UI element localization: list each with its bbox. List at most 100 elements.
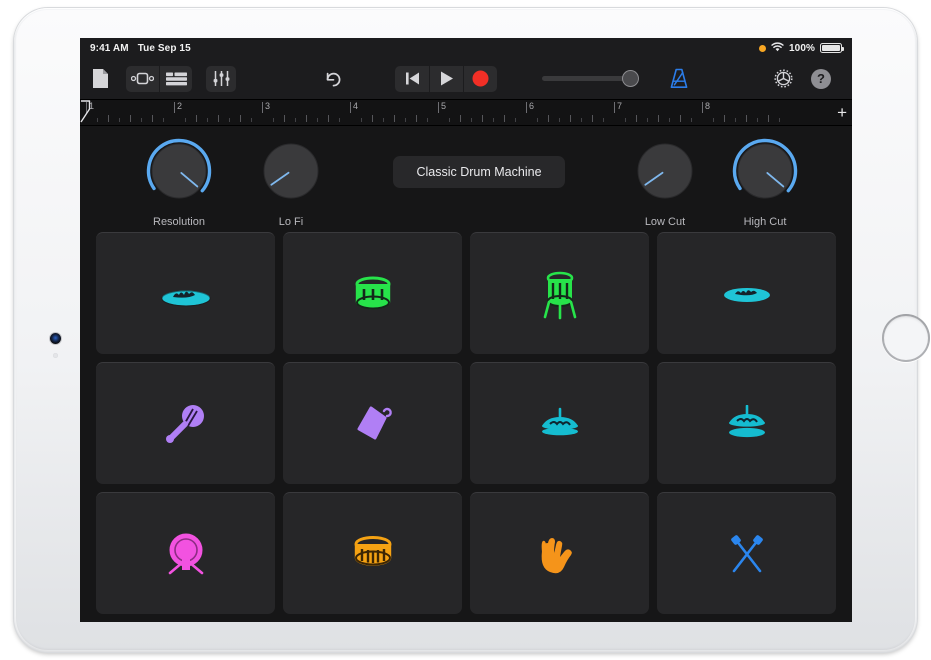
ruler-beat-tick bbox=[592, 115, 593, 122]
instrument-view-icon[interactable] bbox=[126, 66, 159, 92]
ruler-sub-tick bbox=[493, 118, 494, 122]
pad-kick-drum[interactable] bbox=[283, 232, 462, 354]
maraca-icon bbox=[163, 401, 209, 447]
view-segmented-control bbox=[126, 65, 192, 92]
ruler-sub-tick bbox=[449, 118, 450, 122]
pad-floor-tom[interactable] bbox=[470, 232, 649, 354]
status-bar-right: 100% bbox=[759, 41, 844, 55]
pad-hi-hat-open-stand[interactable] bbox=[657, 362, 836, 484]
wifi-icon bbox=[771, 41, 784, 55]
add-track-button[interactable]: + bbox=[837, 104, 847, 121]
preset-name-button[interactable]: Classic Drum Machine bbox=[393, 156, 565, 188]
pad-gong[interactable] bbox=[96, 492, 275, 614]
ruler-bar-label: 3 bbox=[265, 101, 271, 111]
ruler-sub-tick bbox=[141, 118, 142, 122]
ruler-sub-tick bbox=[691, 118, 692, 122]
ruler-bar-label: 6 bbox=[529, 101, 535, 111]
master-volume-knob[interactable] bbox=[623, 71, 638, 86]
playhead-marker[interactable] bbox=[80, 100, 91, 125]
ruler-sub-tick bbox=[515, 118, 516, 122]
help-icon[interactable]: ? bbox=[811, 68, 831, 89]
pad-hi-hat-closed-stand[interactable] bbox=[470, 362, 649, 484]
battery-full-icon bbox=[820, 43, 844, 53]
hi-hat-stand-open-icon bbox=[721, 404, 773, 443]
ruler-beat-tick bbox=[416, 115, 417, 122]
ruler-sub-tick bbox=[625, 118, 626, 122]
pad-cowbell[interactable] bbox=[283, 362, 462, 484]
record-icon[interactable] bbox=[463, 65, 497, 92]
hi-hat-stand-closed-icon bbox=[534, 407, 586, 441]
ruler-beat-tick bbox=[152, 115, 153, 122]
home-button[interactable] bbox=[882, 314, 930, 362]
ruler-bar-label: 7 bbox=[617, 101, 623, 111]
pad-drumsticks[interactable] bbox=[657, 492, 836, 614]
low-cut-knob[interactable]: Low Cut bbox=[628, 138, 702, 228]
low-cut-knob-dial[interactable] bbox=[628, 138, 702, 211]
undo-icon[interactable] bbox=[323, 66, 343, 92]
ruler-sub-tick bbox=[537, 118, 538, 122]
pad-closed-hi-hat[interactable] bbox=[96, 232, 275, 354]
ambient-light-sensor-icon bbox=[53, 353, 58, 358]
ruler-sub-tick bbox=[251, 118, 252, 122]
ruler-beat-tick bbox=[108, 115, 109, 122]
ruler-beat-tick bbox=[724, 115, 725, 122]
ruler-beat-tick bbox=[658, 115, 659, 122]
knob-row: Resolution Lo Fi Low Cut High Cut Classi… bbox=[80, 126, 852, 230]
status-bar: 9:41 AM Tue Sep 15 100% bbox=[80, 38, 852, 58]
ruler-beat-tick bbox=[548, 115, 549, 122]
master-volume-slider[interactable] bbox=[542, 71, 638, 86]
ruler-sub-tick bbox=[383, 118, 384, 122]
ruler-sub-tick bbox=[361, 118, 362, 122]
high-cut-knob-dial[interactable] bbox=[728, 138, 802, 211]
ruler-sub-tick bbox=[713, 118, 714, 122]
pad-maraca[interactable] bbox=[96, 362, 275, 484]
help-label: ? bbox=[817, 71, 825, 86]
ruler-sub-tick bbox=[317, 118, 318, 122]
ruler-beat-tick bbox=[636, 115, 637, 122]
ruler-sub-tick bbox=[471, 118, 472, 122]
ruler-sub-tick bbox=[669, 118, 670, 122]
drum-pad-grid bbox=[96, 232, 836, 614]
pad-hand-clap[interactable] bbox=[470, 492, 649, 614]
tablet-device: 9:41 AM Tue Sep 15 100% ? 1 2 3 4 5 6 7 … bbox=[14, 8, 930, 652]
document-icon[interactable] bbox=[92, 66, 109, 92]
ruler-beat-tick bbox=[394, 115, 395, 122]
snare-drum-icon bbox=[349, 534, 397, 574]
transport-controls bbox=[395, 65, 497, 92]
rewind-icon[interactable] bbox=[395, 66, 429, 92]
lo-fi-knob[interactable]: Lo Fi bbox=[254, 138, 328, 228]
resolution-knob-dial[interactable] bbox=[142, 138, 216, 211]
resolution-knob[interactable]: Resolution bbox=[142, 138, 216, 228]
resolution-knob-label: Resolution bbox=[153, 216, 205, 228]
ruler-sub-tick bbox=[405, 118, 406, 122]
pad-hi-hat-pedal[interactable] bbox=[657, 232, 836, 354]
high-cut-knob[interactable]: High Cut bbox=[728, 138, 802, 228]
ruler-sub-tick bbox=[119, 118, 120, 122]
ruler-sub-tick bbox=[757, 118, 758, 122]
ruler-sub-tick bbox=[603, 118, 604, 122]
tracks-view-icon[interactable] bbox=[159, 65, 192, 92]
ruler-sub-tick bbox=[185, 118, 186, 122]
mixer-faders-icon[interactable] bbox=[206, 65, 236, 92]
metronome-icon[interactable] bbox=[668, 66, 690, 92]
play-icon[interactable] bbox=[429, 65, 463, 92]
ruler-beat-tick bbox=[372, 115, 373, 122]
status-date: Tue Sep 15 bbox=[137, 42, 191, 54]
pad-snare-drum[interactable] bbox=[283, 492, 462, 614]
ruler-beat-tick bbox=[768, 115, 769, 122]
timeline-ruler[interactable]: 12345678 + bbox=[80, 100, 852, 126]
ruler-beat-tick bbox=[284, 115, 285, 122]
main-toolbar: ? bbox=[80, 58, 852, 100]
ruler-beat-tick bbox=[570, 115, 571, 122]
lo-fi-knob-label: Lo Fi bbox=[278, 216, 304, 228]
ruler-sub-tick bbox=[559, 118, 560, 122]
front-camera-icon bbox=[50, 333, 61, 344]
low-cut-knob-label: Low Cut bbox=[644, 216, 686, 228]
ruler-sub-tick bbox=[581, 118, 582, 122]
settings-gear-icon[interactable] bbox=[773, 66, 794, 92]
hi-hat-pedal-icon bbox=[722, 282, 772, 306]
ruler-sub-tick bbox=[339, 118, 340, 122]
lo-fi-knob-dial[interactable] bbox=[254, 138, 328, 211]
ruler-beat-tick bbox=[218, 115, 219, 122]
ruler-sub-tick bbox=[207, 118, 208, 122]
